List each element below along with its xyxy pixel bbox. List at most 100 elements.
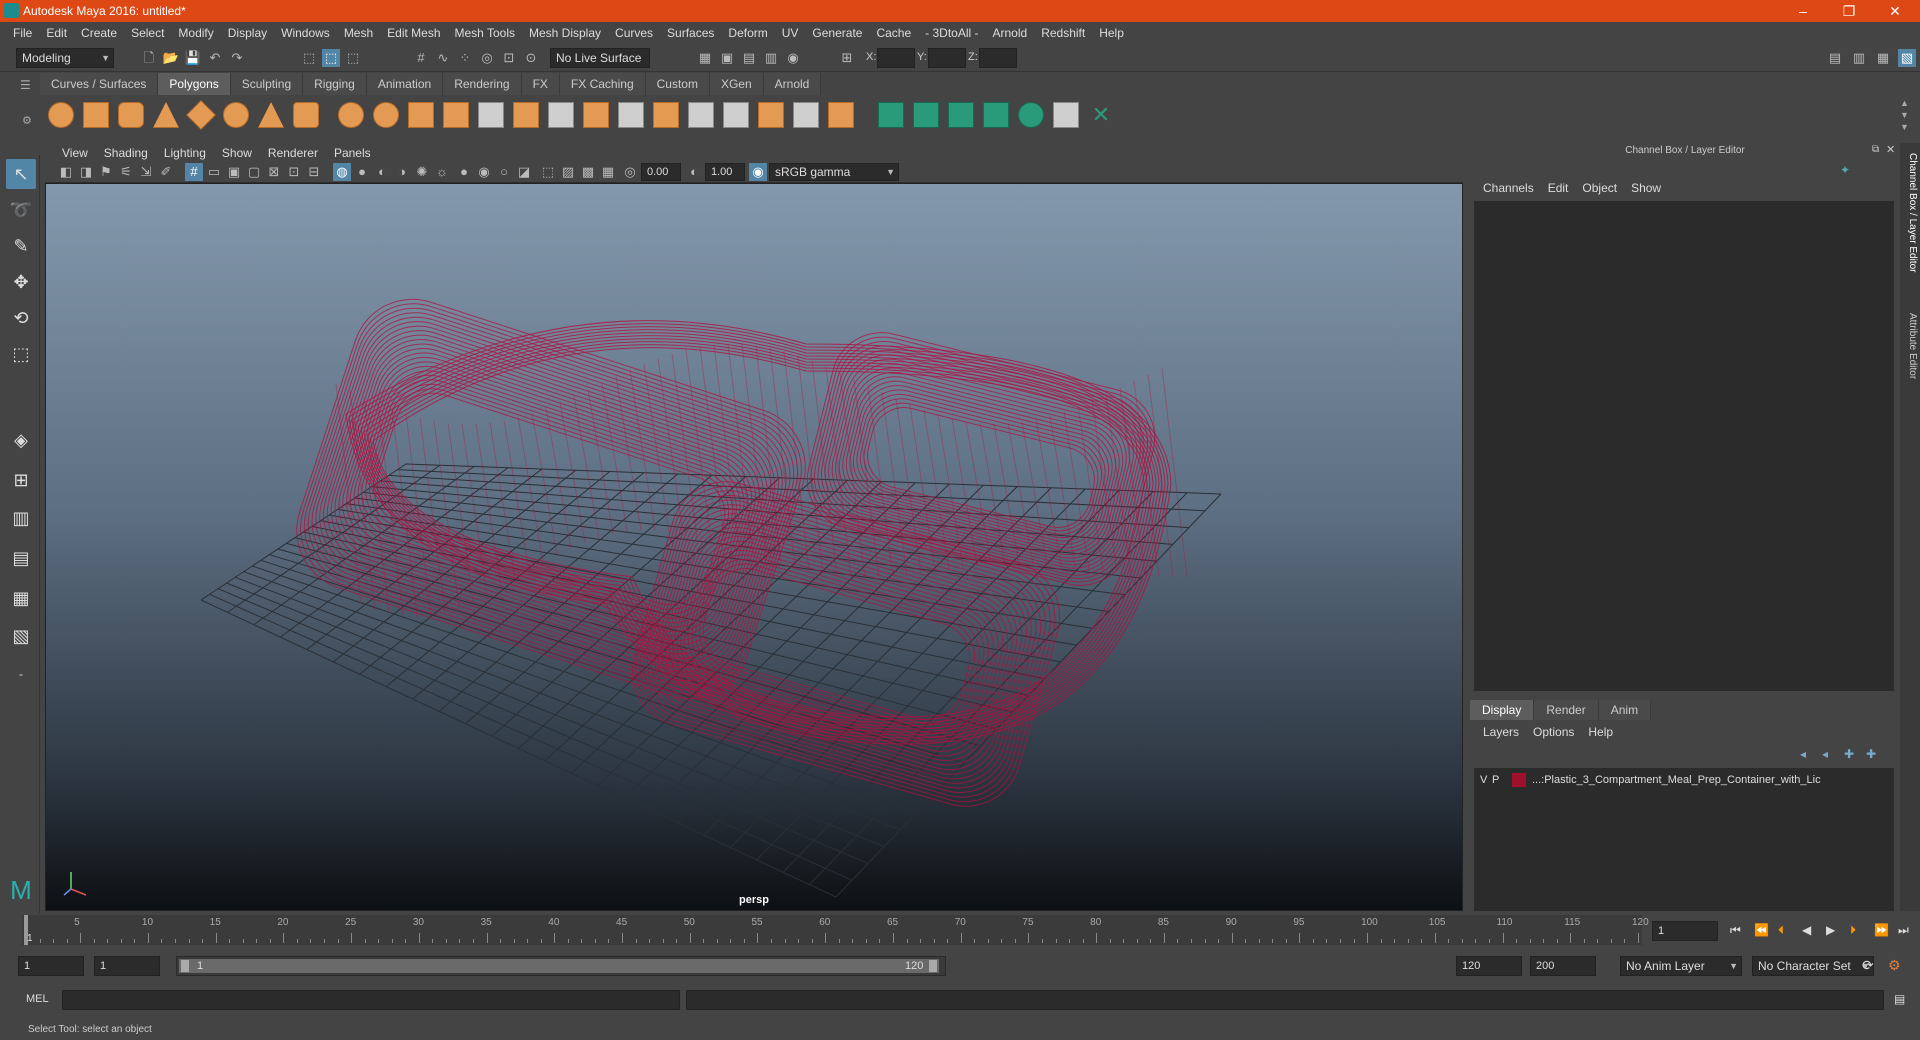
range-end-grip[interactable] bbox=[929, 960, 937, 972]
input-mode-icon[interactable]: ⊞ bbox=[838, 49, 856, 67]
shelf-scroll-down-icon[interactable]: ▼ bbox=[1900, 110, 1909, 120]
menu-cache[interactable]: Cache bbox=[869, 26, 918, 40]
snap-point-icon[interactable]: ⁘ bbox=[456, 49, 474, 67]
layer-tab-render[interactable]: Render bbox=[1534, 700, 1599, 720]
2d-pan-zoom-icon[interactable]: ⇲ bbox=[137, 163, 155, 181]
menu-generate[interactable]: Generate bbox=[805, 26, 869, 40]
custom-layout-icon[interactable]: - bbox=[6, 659, 36, 689]
persp-uv-layout-icon[interactable]: ▦ bbox=[6, 583, 36, 613]
exposure-icon[interactable]: ◎ bbox=[621, 163, 639, 181]
cb-menu-show[interactable]: Show bbox=[1624, 181, 1668, 199]
scale-tool-icon[interactable]: ⬚ bbox=[6, 339, 36, 369]
move-layer-down-icon[interactable]: ◂ bbox=[1822, 747, 1828, 761]
color-management-icon[interactable]: ◉ bbox=[749, 163, 767, 181]
shelf-tab-fx-caching[interactable]: FX Caching bbox=[559, 73, 646, 95]
delete-history-icon[interactable] bbox=[828, 102, 854, 128]
isolate-select-icon[interactable]: ⬚ bbox=[539, 163, 557, 181]
menu-uv[interactable]: UV bbox=[775, 26, 806, 40]
checker-map-icon[interactable] bbox=[1053, 102, 1079, 128]
layer-visibility-toggle[interactable]: V bbox=[1480, 774, 1492, 786]
shelf-tab-polygons[interactable]: Polygons bbox=[158, 73, 231, 95]
menu-mesh-tools[interactable]: Mesh Tools bbox=[448, 26, 522, 40]
cb-menu-edit[interactable]: Edit bbox=[1541, 181, 1576, 199]
gate-mask-icon[interactable]: ▢ bbox=[245, 163, 263, 181]
undo-icon[interactable]: ↶ bbox=[206, 49, 224, 67]
xray-icon[interactable]: ▨ bbox=[559, 163, 577, 181]
select-hierarchy-icon[interactable]: ⬚ bbox=[300, 49, 318, 67]
menu-deform[interactable]: Deform bbox=[721, 26, 774, 40]
select-components-icon[interactable]: ⬚ bbox=[344, 49, 362, 67]
menu-curves[interactable]: Curves bbox=[608, 26, 660, 40]
xray-joints-icon[interactable]: ▩ bbox=[579, 163, 597, 181]
wireframe-on-shaded-icon[interactable]: ◐ bbox=[373, 163, 391, 181]
float-panel-icon[interactable]: ⧉ bbox=[1872, 144, 1879, 155]
menu-3dtoall[interactable]: - 3DtoAll - bbox=[918, 26, 985, 40]
restore-button[interactable]: ❐ bbox=[1826, 0, 1872, 22]
shelf-tab-sculpting[interactable]: Sculpting bbox=[230, 73, 304, 95]
shelf-tab-fx[interactable]: FX bbox=[521, 73, 560, 95]
xray-components-icon[interactable]: ▦ bbox=[599, 163, 617, 181]
fill-hole-icon[interactable] bbox=[653, 102, 679, 128]
menu-redshift[interactable]: Redshift bbox=[1034, 26, 1092, 40]
z-field[interactable] bbox=[979, 48, 1017, 68]
shelf-tab-curves-surfaces[interactable]: Curves / Surfaces bbox=[40, 73, 159, 95]
shelf-tab-xgen[interactable]: XGen bbox=[709, 73, 764, 95]
animation-end-field[interactable]: 200 bbox=[1530, 956, 1596, 976]
move-tool-icon[interactable]: ✥ bbox=[6, 267, 36, 297]
shelf-tab-rigging[interactable]: Rigging bbox=[303, 73, 367, 95]
smooth-shade-icon[interactable]: ● bbox=[353, 163, 371, 181]
menu-display[interactable]: Display bbox=[221, 26, 274, 40]
safe-action-icon[interactable]: ⊡ bbox=[285, 163, 303, 181]
go-to-end-icon[interactable]: ⏭ bbox=[1898, 923, 1909, 938]
render-view-icon[interactable]: ▦ bbox=[696, 49, 714, 67]
paint-select-tool-icon[interactable]: ✎ bbox=[6, 231, 36, 261]
bridge-icon[interactable] bbox=[548, 102, 574, 128]
extract-icon[interactable] bbox=[408, 102, 434, 128]
shadows-icon[interactable]: ☼ bbox=[433, 163, 451, 181]
menu-create[interactable]: Create bbox=[74, 26, 124, 40]
rotate-tool-icon[interactable]: ⟲ bbox=[6, 303, 36, 333]
film-gate-icon[interactable]: ▭ bbox=[205, 163, 223, 181]
side-tab-channel-box[interactable]: Channel Box / Layer Editor bbox=[1902, 153, 1918, 273]
layer-menu-layers[interactable]: Layers bbox=[1476, 725, 1526, 743]
layer-menu-help[interactable]: Help bbox=[1581, 725, 1620, 743]
planar-map-icon[interactable] bbox=[913, 102, 939, 128]
safe-title-icon[interactable]: ⊟ bbox=[305, 163, 323, 181]
color-space-dropdown[interactable]: sRGB gamma ▼ bbox=[769, 163, 899, 181]
shelf-scroll-up-icon[interactable]: ▲ bbox=[1900, 98, 1909, 108]
vp-menu-panels[interactable]: Panels bbox=[326, 146, 379, 160]
shelf-tab-rendering[interactable]: Rendering bbox=[443, 73, 522, 95]
go-to-start-icon[interactable]: ⏮ bbox=[1730, 923, 1741, 938]
uv-editor-icon[interactable] bbox=[878, 102, 904, 128]
animation-start-field[interactable]: 1 bbox=[18, 956, 84, 976]
menu-edit-mesh[interactable]: Edit Mesh bbox=[380, 26, 447, 40]
move-layer-up-icon[interactable]: ◂ bbox=[1800, 747, 1806, 761]
snap-grid-icon[interactable]: # bbox=[412, 49, 430, 67]
render-settings-icon[interactable]: ▥ bbox=[762, 49, 780, 67]
motion-blur-icon[interactable]: ◉ bbox=[475, 163, 493, 181]
ipr-render-icon[interactable]: ▤ bbox=[740, 49, 758, 67]
command-input[interactable] bbox=[62, 990, 680, 1010]
gamma-field[interactable]: 1.00 bbox=[705, 163, 745, 181]
menu-select[interactable]: Select bbox=[124, 26, 171, 40]
use-all-lights-icon[interactable]: ✺ bbox=[413, 163, 431, 181]
range-start-grip[interactable] bbox=[181, 960, 189, 972]
character-set-dropdown[interactable]: No Character Set ▼ bbox=[1752, 956, 1874, 976]
tool-settings-icon[interactable]: ▦ bbox=[1874, 49, 1892, 67]
merge-icon[interactable] bbox=[758, 102, 784, 128]
menu-file[interactable]: File bbox=[6, 26, 39, 40]
textured-icon[interactable]: ◑ bbox=[393, 163, 411, 181]
script-language-label[interactable]: MEL bbox=[26, 993, 49, 1005]
append-icon[interactable] bbox=[618, 102, 644, 128]
hypershade-icon[interactable]: ◉ bbox=[784, 49, 802, 67]
time-slider[interactable]: 5 10 15 20 25 30 35 40 45 50 55 60 65 70 75 80 85 90 95 100… bbox=[0, 913, 1920, 947]
menu-edit[interactable]: Edit bbox=[39, 26, 74, 40]
layer-color-swatch[interactable] bbox=[1512, 773, 1526, 787]
y-field[interactable] bbox=[928, 48, 966, 68]
snap-view-icon[interactable]: ◎ bbox=[478, 49, 496, 67]
snap-surface-icon[interactable]: ⊡ bbox=[500, 49, 518, 67]
menu-help[interactable]: Help bbox=[1092, 26, 1131, 40]
target-weld-icon[interactable] bbox=[723, 102, 749, 128]
side-tab-attribute-editor[interactable]: Attribute Editor bbox=[1902, 313, 1918, 379]
minimize-button[interactable]: – bbox=[1780, 0, 1826, 22]
